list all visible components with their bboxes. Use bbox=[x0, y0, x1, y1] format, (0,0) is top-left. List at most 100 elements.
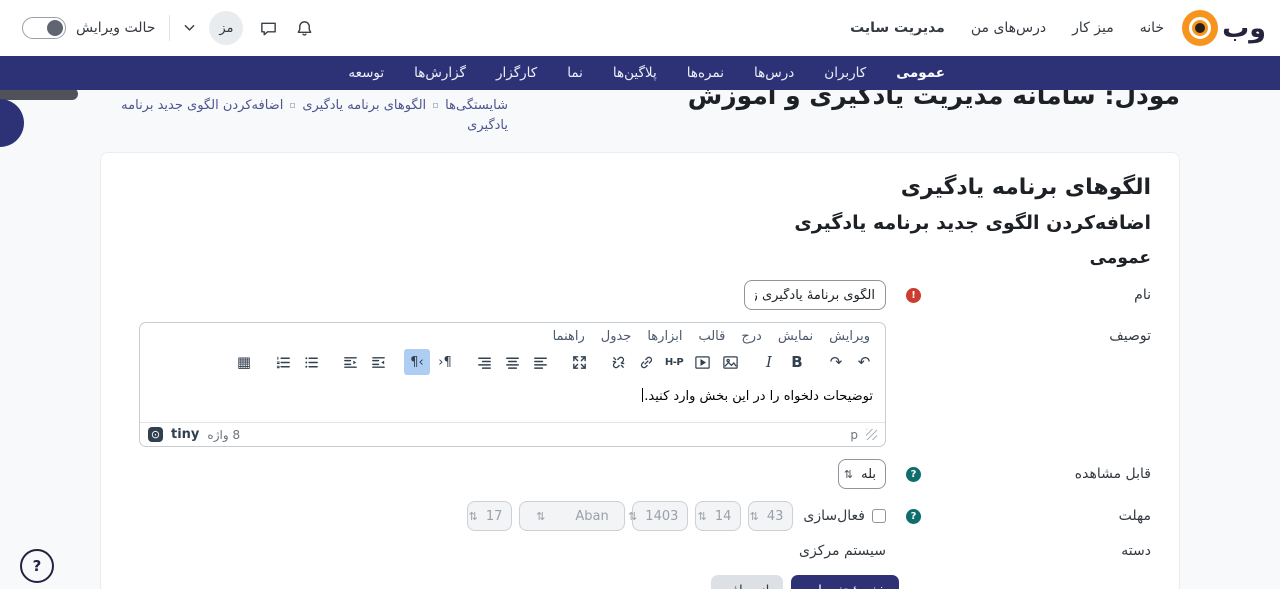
user-menu-chevron-down-icon[interactable] bbox=[184, 24, 195, 32]
hour-select[interactable]: 17 ⇅ bbox=[467, 501, 512, 531]
tab-appearance[interactable]: نما bbox=[567, 65, 583, 81]
form-actions: ذخیرهٔ تغییرات انصراف bbox=[129, 575, 1151, 589]
form-row-name: نام ! bbox=[129, 280, 1151, 310]
topbar-user-area: مز حالت ویرایش bbox=[22, 11, 315, 45]
ltr-direction-icon[interactable]: ›¶ bbox=[432, 349, 458, 375]
tab-plugins[interactable]: پلاگین‌ها bbox=[613, 65, 657, 81]
month-select[interactable]: Aban ⇅ bbox=[519, 501, 625, 531]
visible-select[interactable]: بله ⇅ bbox=[838, 459, 886, 489]
statusbar-right: p bbox=[850, 428, 877, 442]
notifications-bell-icon[interactable] bbox=[293, 17, 315, 39]
rich-text-editor: ویرایش نمایش درج قالب ابزارها جدول راهنم… bbox=[139, 322, 886, 447]
name-input[interactable] bbox=[744, 280, 886, 310]
align-center-icon[interactable] bbox=[499, 349, 525, 375]
menu-insert[interactable]: درج bbox=[734, 327, 768, 346]
month-value: Aban bbox=[575, 509, 608, 524]
resize-grip[interactable] bbox=[866, 429, 877, 440]
form-row-deadline: مهلت ? فعال‌سازی 43 ⇅ 14 ⇅ bbox=[129, 501, 1151, 531]
nav-item-site-admin[interactable]: مدیریت سایت bbox=[850, 20, 945, 36]
day-value: 14 bbox=[715, 509, 732, 524]
tiny-brand-text: tiny bbox=[171, 427, 199, 442]
statusbar-left: ⊙ tiny 8 واژه bbox=[148, 427, 240, 442]
category-control: سیستم مرکزی bbox=[129, 543, 921, 559]
tab-courses[interactable]: درس‌ها bbox=[754, 65, 794, 81]
tiny-logo-icon[interactable]: ⊙ bbox=[148, 427, 163, 442]
tab-development[interactable]: توسعه bbox=[348, 65, 384, 81]
menu-view[interactable]: نمایش bbox=[771, 327, 820, 346]
tab-grades[interactable]: نمره‌ها bbox=[687, 65, 724, 81]
nav-item-home[interactable]: خانه bbox=[1140, 20, 1164, 36]
help-icon[interactable]: ? bbox=[906, 509, 921, 524]
hour-value: 17 bbox=[486, 509, 503, 524]
indent-icon[interactable] bbox=[365, 349, 391, 375]
editor-content-area[interactable]: توضیحات دلخواه را در این بخش وارد کنید. bbox=[140, 380, 885, 422]
numbered-list-icon[interactable] bbox=[270, 349, 296, 375]
align-right-icon[interactable] bbox=[471, 349, 497, 375]
tab-users[interactable]: کاربران bbox=[824, 65, 866, 81]
tab-reports[interactable]: گزارش‌ها bbox=[414, 65, 466, 81]
table-icon[interactable]: ▦ bbox=[231, 349, 257, 375]
user-avatar[interactable]: مز bbox=[209, 11, 243, 45]
logo-spiral-icon bbox=[1182, 10, 1218, 46]
cancel-button[interactable]: انصراف bbox=[711, 575, 783, 589]
h5p-icon[interactable]: H-P bbox=[661, 349, 687, 375]
edit-mode-toggle[interactable] bbox=[22, 17, 66, 39]
rtl-direction-icon[interactable]: ¶‹ bbox=[404, 349, 430, 375]
breadcrumb: شایستگی‌هاالگوهای برنامه یادگیریاضافه‌کر… bbox=[100, 96, 508, 136]
minute-value: 43 bbox=[767, 509, 784, 524]
help-fab-button[interactable]: ? bbox=[20, 549, 54, 583]
unlink-icon[interactable] bbox=[605, 349, 631, 375]
select-arrows-icon: ⇅ bbox=[844, 468, 853, 481]
editor-toolbar: ↶ ↷ B I bbox=[140, 346, 885, 380]
breadcrumb-competencies[interactable]: شایستگی‌ها bbox=[445, 98, 508, 113]
nav-item-my-courses[interactable]: درس‌های من bbox=[971, 20, 1046, 36]
select-arrows-icon: ⇅ bbox=[698, 510, 707, 523]
edit-mode-label: حالت ویرایش bbox=[76, 20, 155, 36]
tab-server[interactable]: کارگزار bbox=[496, 65, 537, 81]
minute-select[interactable]: 43 ⇅ bbox=[748, 501, 793, 531]
visible-label: قابل مشاهده bbox=[921, 466, 1151, 482]
undo-icon[interactable]: ↶ bbox=[851, 349, 877, 375]
nav-item-dashboard[interactable]: میز کار bbox=[1072, 20, 1114, 36]
bullet-list-icon[interactable] bbox=[298, 349, 324, 375]
fullscreen-icon[interactable] bbox=[566, 349, 592, 375]
open-drawer-button[interactable]: › bbox=[0, 99, 24, 147]
media-icon[interactable] bbox=[689, 349, 715, 375]
align-left-icon[interactable] bbox=[527, 349, 553, 375]
link-icon[interactable] bbox=[633, 349, 659, 375]
bold-icon[interactable]: B bbox=[784, 349, 810, 375]
menu-help[interactable]: راهنما bbox=[546, 327, 592, 346]
save-button[interactable]: ذخیرهٔ تغییرات bbox=[791, 575, 899, 589]
visible-control: ? بله ⇅ bbox=[129, 459, 921, 489]
help-icon[interactable]: ? bbox=[906, 467, 921, 482]
word-count: 8 واژه bbox=[207, 428, 240, 442]
menu-format[interactable]: قالب bbox=[691, 327, 732, 346]
menu-tools[interactable]: ابزارها bbox=[640, 327, 689, 346]
breadcrumb-templates[interactable]: الگوهای برنامه یادگیری bbox=[302, 98, 426, 113]
form-heading: الگوهای برنامه یادگیری bbox=[129, 175, 1151, 200]
form-card: الگوهای برنامه یادگیری اضافه‌کردن الگوی … bbox=[100, 152, 1180, 589]
redo-icon[interactable]: ↷ bbox=[823, 349, 849, 375]
site-logo[interactable]: وب bbox=[1182, 10, 1266, 46]
tab-general[interactable]: عمومی bbox=[896, 65, 945, 81]
menu-table[interactable]: جدول bbox=[594, 327, 639, 346]
day-select[interactable]: 14 ⇅ bbox=[695, 501, 741, 531]
form-row-visible: قابل مشاهده ? بله ⇅ bbox=[129, 459, 1151, 489]
select-arrows-icon: ⇅ bbox=[628, 510, 637, 523]
image-icon[interactable] bbox=[717, 349, 743, 375]
enable-checkbox[interactable] bbox=[872, 509, 886, 523]
primary-nav: خانه میز کار درس‌های من مدیریت سایت bbox=[850, 20, 1164, 36]
outdent-icon[interactable] bbox=[337, 349, 363, 375]
year-select[interactable]: 1403 ⇅ bbox=[632, 501, 688, 531]
messages-chat-icon[interactable] bbox=[257, 17, 279, 39]
italic-icon[interactable]: I bbox=[756, 349, 782, 375]
description-control: ویرایش نمایش درج قالب ابزارها جدول راهنم… bbox=[129, 322, 921, 447]
menu-edit[interactable]: ویرایش bbox=[822, 327, 877, 346]
deadline-enable: فعال‌سازی bbox=[803, 508, 886, 524]
topbar-divider bbox=[169, 15, 170, 41]
form-subheading: اضافه‌کردن الگوی جدید برنامه یادگیری bbox=[129, 212, 1151, 234]
description-label: توصیف bbox=[921, 322, 1151, 344]
form-row-category: دسته سیستم مرکزی bbox=[129, 543, 1151, 559]
element-path[interactable]: p bbox=[850, 428, 858, 442]
required-icon: ! bbox=[906, 288, 921, 303]
